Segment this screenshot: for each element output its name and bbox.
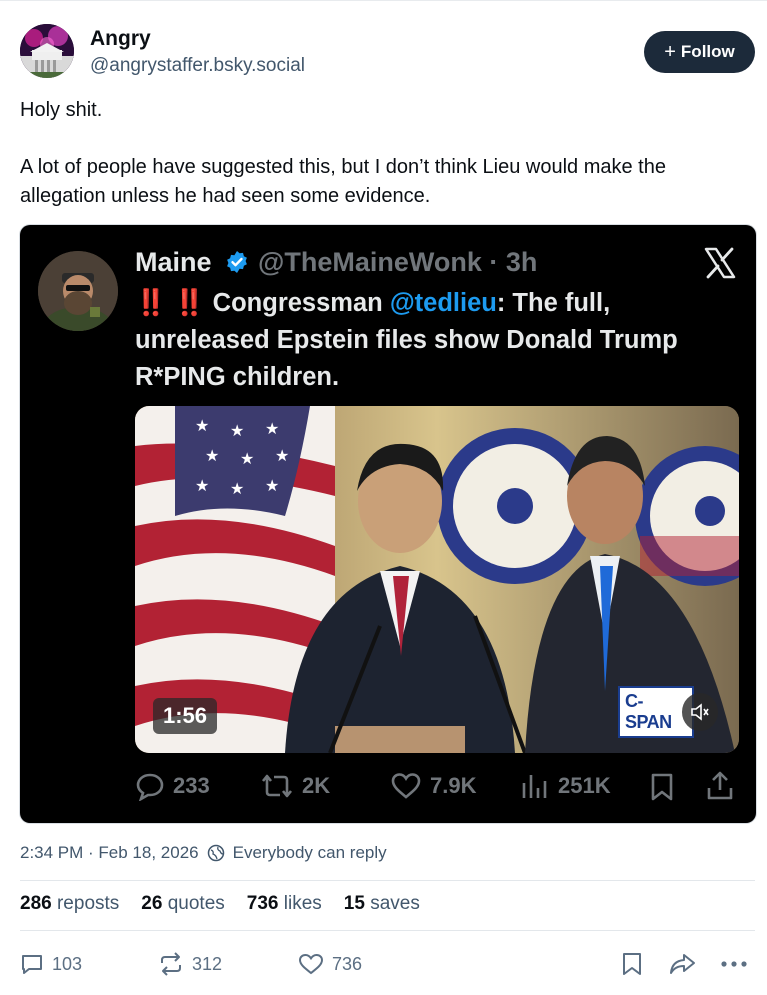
tweet-stats: 233 2K 7.9K 251K (135, 768, 741, 804)
tweet-reply-count: 233 (173, 773, 210, 798)
share-upload-icon (707, 771, 733, 800)
author-handle[interactable]: @angrystaffer.bsky.social (90, 55, 305, 77)
tweet-like-stat: 7.9K (390, 768, 476, 804)
tweet-author-name: Maine (135, 247, 212, 277)
svg-text:★: ★ (230, 421, 244, 440)
tweet-author-avatar (38, 251, 118, 331)
saves-label: saves (370, 893, 420, 914)
reply-setting: Everybody can reply (232, 843, 387, 862)
likes-count-link[interactable]: 736 likes (247, 893, 322, 915)
tweet-reply-stat: 233 (135, 768, 210, 804)
follow-label: Follow (680, 42, 735, 61)
author-name[interactable]: Angry (90, 27, 151, 51)
tweet-author-handle: @TheMaineWonk · 3h (258, 247, 538, 277)
likes-label: likes (283, 893, 322, 914)
reply-icon (22, 955, 42, 974)
reposts-label: reposts (56, 893, 120, 914)
bar-chart-icon (522, 775, 547, 798)
tweet-like-count: 7.9K (430, 773, 477, 798)
embedded-image[interactable]: Maine @TheMaineWonk · 3h ‼️ ‼️ Congressm… (20, 225, 756, 823)
quotes-label: quotes (167, 893, 225, 914)
svg-text:★: ★ (265, 419, 279, 438)
tweet-view-stat: 251K (520, 768, 611, 804)
svg-text:★: ★ (195, 476, 209, 495)
follow-button[interactable]: + Follow (644, 31, 755, 73)
double-exclamation-emoji: ‼️ ‼️ (135, 289, 206, 317)
more-options-icon[interactable] (720, 960, 748, 968)
bookmark-icon (651, 773, 673, 801)
video-duration: 1:56 (153, 698, 218, 734)
bookmark-button[interactable] (621, 952, 643, 976)
heart-icon (391, 773, 421, 799)
tweet-repost-stat: 2K (260, 768, 330, 804)
plus-icon: + (664, 41, 676, 63)
tweet-mention: @tedlieu (389, 289, 497, 317)
like-count: 736 (332, 953, 363, 974)
repost-icon (161, 952, 181, 976)
repost-arrows-icon (261, 774, 293, 798)
post-timestamp[interactable]: 2:34 PM · Feb 18, 2026 (20, 843, 199, 863)
like-heart-icon (298, 953, 324, 975)
reply-settings-icon (207, 844, 224, 862)
svg-text:★: ★ (230, 479, 244, 498)
svg-text:★: ★ (195, 416, 209, 435)
tweet-text: ‼️ ‼️ Congressman @tedlieu: The full, un… (135, 285, 745, 396)
engagement-counts: 286 reposts 26 quotes 736 likes 15 saves (20, 893, 420, 915)
svg-text:★: ★ (205, 446, 219, 465)
quotes-count: 26 (141, 893, 163, 914)
post-meta: 2:34 PM · Feb 18, 2026 Everybody can rep… (20, 843, 387, 863)
reposts-count-link[interactable]: 286 reposts (20, 893, 119, 915)
post-text: Holy shit. A lot of people have suggeste… (20, 96, 750, 211)
svg-text:★: ★ (240, 449, 254, 468)
post-paragraph: Holy shit. (20, 99, 103, 121)
reply-button[interactable]: 103 (20, 949, 82, 979)
muted-speaker-icon (681, 693, 718, 731)
svg-text:★: ★ (265, 476, 279, 495)
tweet-view-count: 251K (558, 773, 611, 798)
tweet-repost-count: 2K (302, 773, 331, 798)
verified-badge-icon (227, 251, 247, 273)
post-actions: 103 312 736 (20, 949, 755, 979)
post-paragraph: A lot of people have suggested this, but… (20, 156, 666, 207)
repost-button[interactable]: 312 (158, 949, 222, 979)
divider (20, 930, 755, 931)
author-avatar[interactable] (20, 24, 74, 78)
quotes-count-link[interactable]: 26 quotes (141, 893, 224, 915)
x-logo-icon (704, 247, 736, 279)
divider (20, 880, 755, 881)
top-divider (0, 0, 767, 1)
saves-count-link[interactable]: 15 saves (344, 893, 420, 915)
likes-count: 736 (246, 893, 279, 914)
share-button[interactable] (668, 952, 696, 976)
tweet-text-part: Congressman (205, 289, 390, 317)
repost-count: 312 (192, 953, 223, 974)
svg-text:★: ★ (275, 446, 289, 465)
saves-count: 15 (343, 893, 365, 914)
cspan-watermark: C-SPAN (618, 686, 718, 738)
reposts-count: 286 (20, 893, 52, 914)
reply-count: 103 (52, 953, 83, 974)
like-button[interactable]: 736 (298, 949, 362, 979)
reply-bubble-icon (136, 773, 164, 801)
